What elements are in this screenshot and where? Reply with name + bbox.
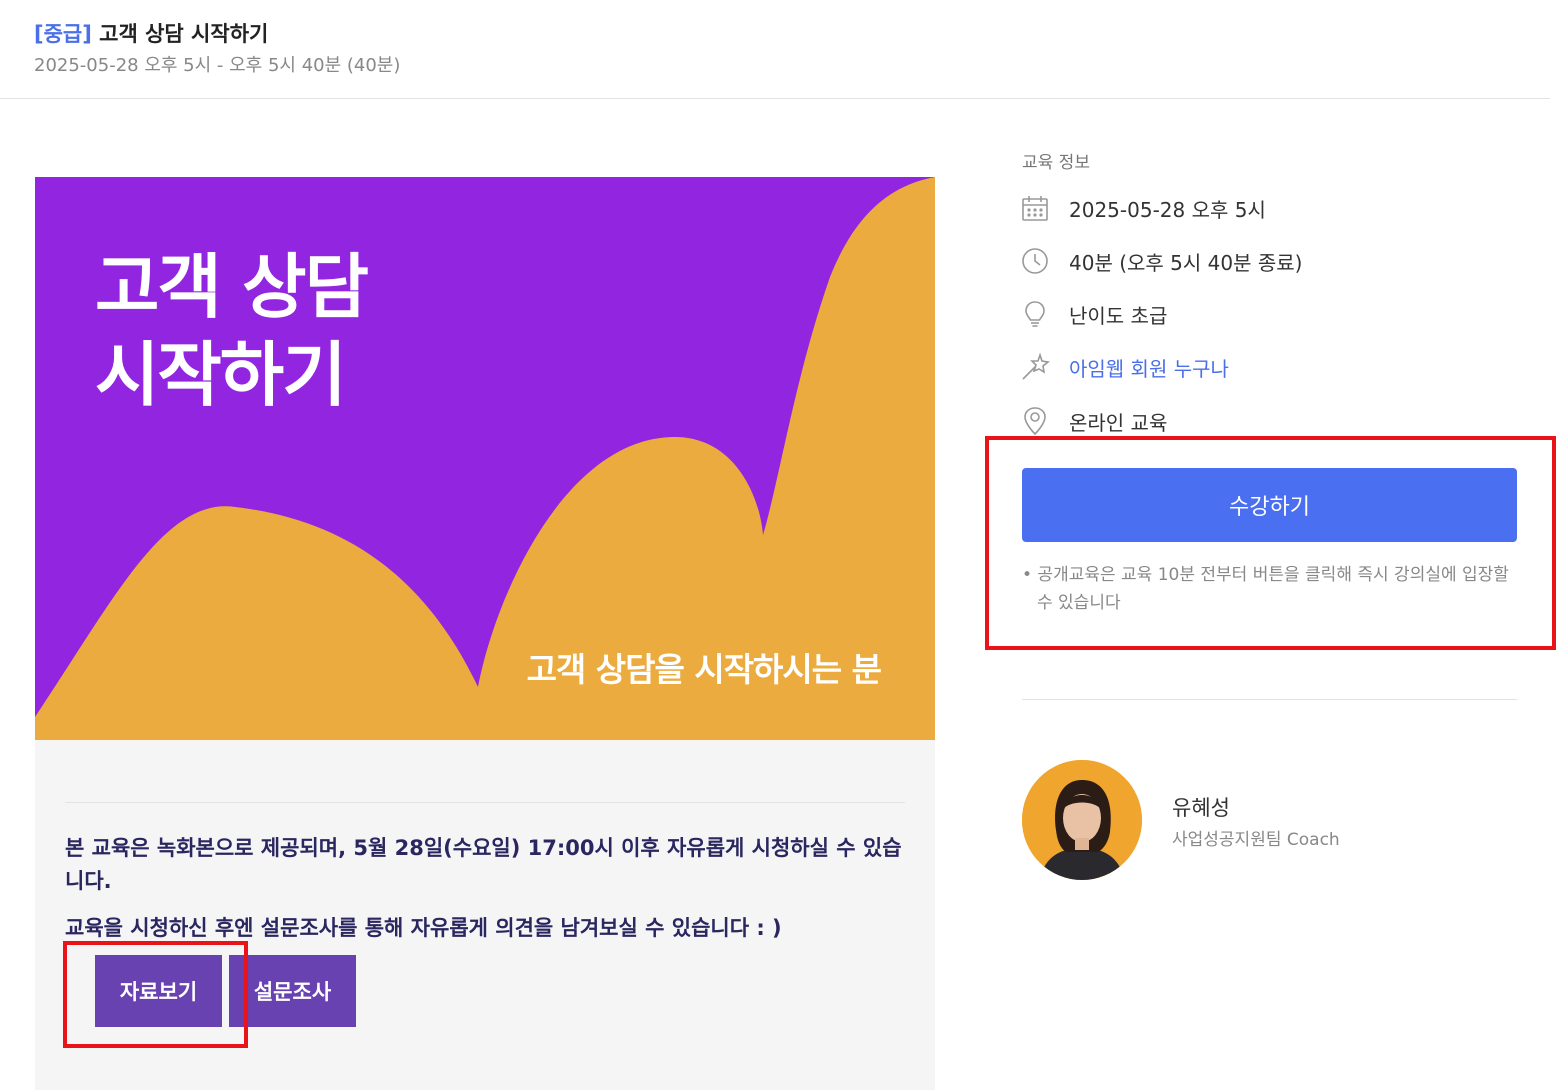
info-difficulty-text: 난이도 초급	[1069, 303, 1168, 328]
banner-subtitle: 고객 상담을 시작하시는 분	[526, 650, 882, 689]
avatar	[1022, 760, 1142, 880]
info-duration: 40분 (오후 5시 40분 종료)	[1020, 245, 1302, 277]
coach-role: 사업성공지원팀 Coach	[1172, 830, 1340, 850]
view-material-button[interactable]: 자료보기	[95, 955, 222, 1027]
lightbulb-icon	[1020, 299, 1050, 329]
info-label: 교육 정보	[1022, 153, 1090, 173]
course-content: 본 교육은 녹화본으로 제공되며, 5월 28일(수요일) 17:00시 이후 …	[35, 740, 935, 1090]
survey-notice: 교육을 시청하신 후엔 설문조사를 통해 자유롭게 의견을 남겨보실 수 있습니…	[65, 916, 782, 940]
side-divider	[1022, 699, 1517, 700]
info-difficulty: 난이도 초급	[1020, 298, 1167, 330]
survey-button[interactable]: 설문조사	[229, 955, 356, 1027]
info-date-text: 2025-05-28 오후 5시	[1069, 197, 1266, 222]
course-schedule: 2025-05-28 오후 5시 - 오후 5시 40분 (40분)	[34, 55, 401, 76]
location-pin-icon	[1020, 406, 1050, 436]
info-audience[interactable]: 아임웹 회원 누구나	[1020, 351, 1229, 383]
course-banner: 고객 상담 시작하기 고객 상담을 시작하시는 분	[35, 177, 935, 740]
info-location-text: 온라인 교육	[1069, 410, 1168, 435]
course-level: [중급]	[34, 22, 92, 46]
course-title-text: 고객 상담 시작하기	[99, 22, 269, 46]
clock-icon	[1020, 246, 1050, 276]
enroll-button[interactable]: 수강하기	[1022, 468, 1517, 542]
recording-notice: 본 교육은 녹화본으로 제공되며, 5월 28일(수요일) 17:00시 이후 …	[65, 836, 902, 893]
info-audience-link[interactable]: 아임웹 회원 누구나	[1069, 353, 1229, 382]
banner-title: 고객 상담 시작하기	[95, 246, 369, 416]
coach-name: 유혜성	[1172, 796, 1230, 820]
enroll-note: • 공개교육은 교육 10분 전부터 버튼을 클릭해 즉시 강의실에 입장할 수…	[1022, 565, 1509, 613]
content-divider	[65, 802, 905, 803]
course-title: [중급] 고객 상담 시작하기	[34, 18, 268, 48]
info-date: 2025-05-28 오후 5시	[1020, 192, 1266, 224]
magic-wand-icon	[1020, 352, 1050, 382]
page-header: [중급] 고객 상담 시작하기 2025-05-28 오후 5시 - 오후 5시…	[0, 0, 1550, 99]
info-location: 온라인 교육	[1020, 405, 1167, 437]
calendar-icon	[1020, 193, 1050, 223]
info-duration-text: 40분 (오후 5시 40분 종료)	[1069, 250, 1303, 275]
